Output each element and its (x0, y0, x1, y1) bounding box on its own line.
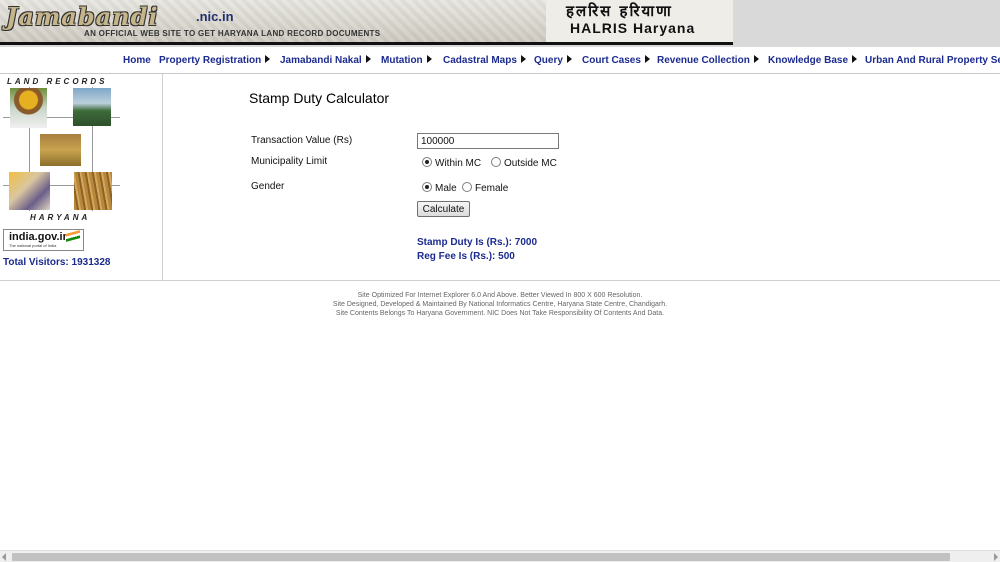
india-gov-tagline: The national portal of India (9, 243, 57, 248)
horizontal-scrollbar[interactable] (0, 550, 1000, 562)
jamabandi-logo: Jamabandi (6, 2, 159, 31)
submenu-arrow-icon (566, 55, 572, 63)
nav-item-label: Jamabandi Nakal (280, 55, 362, 66)
nav-item-label: Court Cases (582, 55, 641, 66)
farmer-photo (10, 88, 47, 128)
stamp-duty-result: Stamp Duty Is (Rs.): 7000 (417, 237, 538, 248)
radio-label: Outside MC (504, 158, 557, 169)
nav-item-label: Home (123, 55, 151, 66)
submenu-arrow-icon (426, 55, 432, 63)
nav-item-home[interactable]: Home (123, 55, 151, 66)
within-mc-radio[interactable]: Within MC (422, 157, 481, 169)
female-radio[interactable]: Female (462, 182, 508, 194)
transaction-value-input[interactable] (417, 133, 559, 149)
gender-label: Gender (251, 181, 285, 192)
page-title: Stamp Duty Calculator (249, 90, 390, 106)
radio-label: Within MC (435, 158, 482, 169)
site-banner: Jamabandi .nic.in AN OFFICIAL WEB SITE T… (0, 0, 733, 45)
nav-item-knowledge-base[interactable]: Knowledge Base (768, 55, 858, 66)
footer-line-1: Site Optimized For Internet Explorer 6.0… (357, 292, 643, 299)
india-gov-text: india.gov.in (9, 231, 70, 243)
field-photo (40, 134, 81, 166)
transaction-value-label: Transaction Value (Rs) (251, 135, 353, 146)
submenu-arrow-icon (852, 55, 858, 63)
halris-title: HALRIS Haryana (570, 20, 696, 36)
nav-item-label: Query (534, 55, 563, 66)
nav-item-label: Cadastral Maps (443, 55, 517, 66)
nav-item-label: Urban And Rural Property Se (865, 55, 1000, 66)
scroll-right-arrow-icon[interactable] (994, 553, 998, 561)
municipality-limit-label: Municipality Limit (251, 156, 328, 167)
radio-label: Male (435, 183, 457, 194)
banner-domain: .nic.in (196, 9, 234, 24)
nav-item-label: Mutation (381, 55, 423, 66)
nav-item-urban-rural-property[interactable]: Urban And Rural Property Se (865, 55, 1000, 66)
nav-item-cadastral-maps[interactable]: Cadastral Maps (443, 55, 526, 66)
radio-label: Female (475, 183, 509, 194)
halris-hindi-title: हलरिस हरियाणा (566, 2, 673, 20)
footer-line-3: Site Contents Belongs To Haryana Governm… (335, 310, 665, 317)
content-divider (0, 280, 1000, 281)
nav-item-mutation[interactable]: Mutation (381, 55, 432, 66)
submenu-arrow-icon (265, 55, 271, 63)
scrollbar-thumb[interactable] (12, 553, 950, 561)
submenu-arrow-icon (365, 55, 371, 63)
women-photo (9, 172, 50, 210)
nav-item-label: Property Registration (159, 55, 262, 66)
haryana-label: HARYANA (30, 213, 91, 222)
submenu-arrow-icon (644, 55, 650, 63)
submenu-arrow-icon (520, 55, 526, 63)
visitor-counter: Total Visitors: 1931328 (3, 257, 111, 268)
reg-fee-result: Reg Fee Is (Rs.): 500 (417, 251, 515, 262)
nav-item-jamabandi-nakal[interactable]: Jamabandi Nakal (280, 55, 371, 66)
page: Jamabandi .nic.in AN OFFICIAL WEB SITE T… (0, 0, 1000, 562)
male-radio[interactable]: Male (422, 182, 457, 194)
submenu-arrow-icon (753, 55, 759, 63)
india-gov-link[interactable]: india.gov.in The national portal of Indi… (3, 229, 84, 251)
footer-line-2: Site Designed, Developed & Maintained By… (332, 301, 668, 308)
nav-item-label: Revenue Collection (657, 55, 750, 66)
tractor-photo (73, 88, 111, 126)
nav-item-court-cases[interactable]: Court Cases (582, 55, 650, 66)
radio-unselected-icon (462, 182, 472, 192)
wheat-photo (74, 172, 112, 210)
calculate-button[interactable]: Calculate (417, 201, 470, 217)
left-sidebar: LAND RECORDS HARYANA india.gov.in The na… (0, 74, 163, 280)
nav-item-revenue-collection[interactable]: Revenue Collection (657, 55, 759, 66)
land-records-label: LAND RECORDS (7, 77, 108, 86)
outside-mc-radio[interactable]: Outside MC (491, 157, 557, 169)
nav-item-property-registration[interactable]: Property Registration (159, 55, 271, 66)
radio-selected-icon (422, 182, 432, 192)
nav-item-query[interactable]: Query (534, 55, 572, 66)
main-navigation: Home Property Registration Jamabandi Nak… (0, 52, 1000, 72)
radio-unselected-icon (491, 157, 501, 167)
nav-item-label: Knowledge Base (768, 55, 849, 66)
scroll-left-arrow-icon[interactable] (2, 553, 6, 561)
radio-selected-icon (422, 157, 432, 167)
banner-subtitle: AN OFFICIAL WEB SITE TO GET HARYANA LAND… (84, 29, 381, 38)
